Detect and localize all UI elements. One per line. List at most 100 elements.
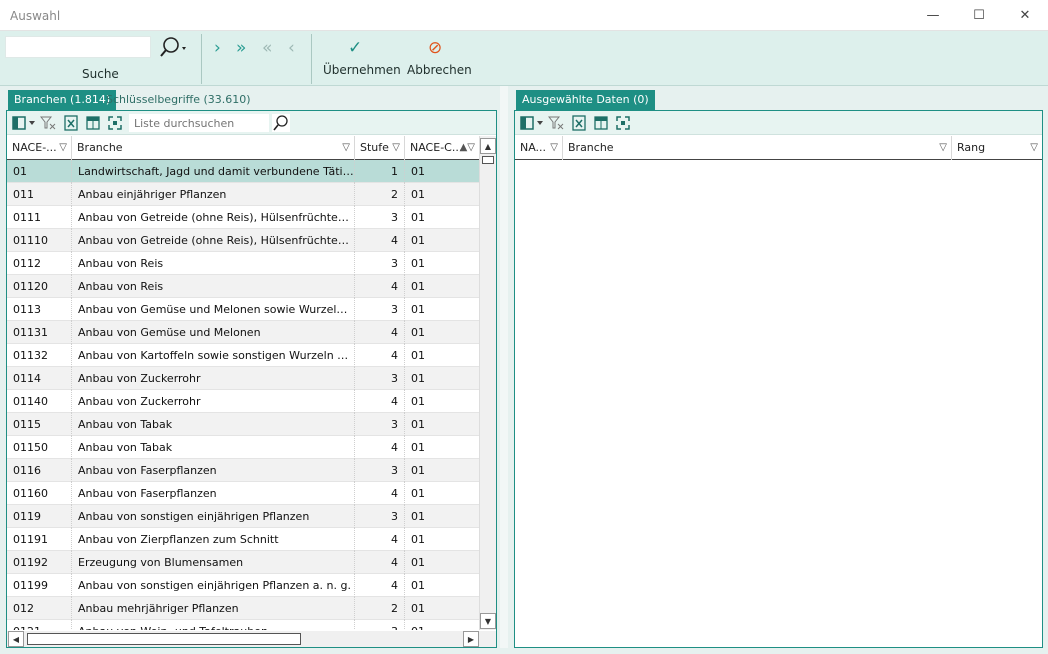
cell-stufe: 4	[355, 344, 405, 367]
column-header-nace[interactable]: NA... ▽	[515, 136, 563, 160]
expand-icon	[616, 116, 630, 130]
layout-button[interactable]	[85, 115, 101, 131]
table-row[interactable]: 0116 Anbau von Faserpflanzen 3 01	[7, 459, 479, 482]
accept-button[interactable]: ✓ Übernehmen	[318, 36, 401, 80]
chevron-right-icon: ▶	[467, 634, 475, 644]
table-row[interactable]: 01140 Anbau von Zuckerrohr 4 01	[7, 390, 479, 413]
cell-branche: Anbau von Tabak	[72, 436, 355, 459]
column-header-nace[interactable]: NACE-... ▽	[7, 136, 72, 160]
filter-icon[interactable]: ▽	[939, 136, 947, 160]
cell-stufe: 3	[355, 505, 405, 528]
column-chooser-button[interactable]	[11, 115, 27, 131]
cell-nace: 0113	[7, 298, 72, 321]
table-row[interactable]: 0115 Anbau von Tabak 3 01	[7, 413, 479, 436]
double-chevron-left-icon: «	[262, 38, 273, 58]
scroll-left-button[interactable]: ◀	[8, 631, 24, 647]
column-header-branche[interactable]: Branche ▽	[72, 136, 355, 160]
table-row[interactable]: 01110 Anbau von Getreide (ohne Reis), Hül…	[7, 229, 479, 252]
scroll-down-button[interactable]: ▼	[480, 613, 496, 629]
table-row[interactable]: 011 Anbau einjähriger Pflanzen 2 01	[7, 183, 479, 206]
clear-filter-button[interactable]	[40, 115, 56, 131]
cancel-button[interactable]: ⊘ Abbrechen	[402, 36, 472, 80]
cell-branche: Anbau von sonstigen einjährigen Pflanzen…	[72, 574, 355, 597]
export-excel-button[interactable]	[571, 115, 587, 131]
scroll-up-button[interactable]: ▲	[480, 138, 496, 154]
table-row[interactable]: 01131 Anbau von Gemüse und Melonen 4 01	[7, 321, 479, 344]
minimize-button[interactable]: —	[910, 0, 956, 31]
filter-icon[interactable]: ▽	[392, 136, 400, 160]
scroll-thumb[interactable]	[482, 156, 494, 164]
cell-branche: Anbau von Reis	[72, 275, 355, 298]
chevron-right-icon: ›	[214, 38, 221, 58]
remove-all-button[interactable]: «	[262, 38, 272, 58]
layout-button[interactable]	[593, 115, 609, 131]
cell-branche: Anbau von Zuckerrohr	[72, 390, 355, 413]
scroll-thumb[interactable]	[27, 633, 301, 645]
tab-schluesselbegriffe[interactable]: Schlüsselbegriffe (33.610)	[100, 90, 257, 110]
cell-nace-code: 01	[411, 556, 425, 569]
list-search-input[interactable]	[129, 114, 269, 132]
cell-nace-code: 01	[411, 303, 425, 316]
remove-one-button[interactable]: ‹	[288, 38, 295, 58]
add-all-button[interactable]: »	[236, 38, 246, 58]
vertical-scrollbar[interactable]: ▲ ▼	[479, 136, 496, 630]
table-row[interactable]: 01199 Anbau von sonstigen einjährigen Pfl…	[7, 574, 479, 597]
cell-nace-code: 01	[411, 418, 425, 431]
table-row[interactable]: 01192 Erzeugung von Blumensamen 4 01	[7, 551, 479, 574]
close-button[interactable]: ✕	[1002, 0, 1048, 31]
table-row[interactable]: 012 Anbau mehrjähriger Pflanzen 2 01	[7, 597, 479, 620]
chevron-down-icon[interactable]	[29, 121, 35, 125]
cell-stufe: 3	[355, 252, 405, 275]
cell-stufe: 4	[355, 436, 405, 459]
tab-ausgewaehlte-daten[interactable]: Ausgewählte Daten (0)	[516, 90, 655, 110]
search-button[interactable]	[157, 36, 187, 60]
filter-icon[interactable]: ▽	[59, 136, 67, 160]
column-header-nace-code[interactable]: NACE-C... ▲▽	[405, 136, 479, 160]
add-one-button[interactable]: ›	[214, 38, 221, 58]
scroll-right-button[interactable]: ▶	[463, 631, 479, 647]
filter-icon[interactable]: ▽	[342, 136, 350, 160]
chevron-down-icon[interactable]	[537, 121, 543, 125]
cell-stufe: 4	[355, 528, 405, 551]
table-row[interactable]: 01120 Anbau von Reis 4 01	[7, 275, 479, 298]
table-row[interactable]: 01132 Anbau von Kartoffeln sowie sonstige…	[7, 344, 479, 367]
table-row[interactable]: 01160 Anbau von Faserpflanzen 4 01	[7, 482, 479, 505]
list-search-button[interactable]	[272, 114, 290, 132]
cell-nace-code: 01	[411, 395, 425, 408]
clear-filter-button[interactable]	[548, 115, 564, 131]
chevron-left-icon: ◀	[12, 634, 20, 644]
column-header-stufe[interactable]: Stufe ▽	[355, 136, 405, 160]
cell-nace-code: 01	[411, 211, 425, 224]
filter-clear-icon	[40, 116, 56, 130]
table-row[interactable]: 01191 Anbau von Zierpflanzen zum Schnitt 4…	[7, 528, 479, 551]
search-input[interactable]	[5, 36, 151, 58]
cell-nace-code: 01	[411, 464, 425, 477]
maximize-button[interactable]: ☐	[956, 0, 1002, 31]
filter-icon[interactable]: ▽	[1030, 136, 1038, 160]
table-row[interactable]: 0113 Anbau von Gemüse und Melonen sowie W…	[7, 298, 479, 321]
search-label: Suche	[82, 67, 119, 81]
column-header-rang[interactable]: Rang ▽	[952, 136, 1042, 160]
cell-nace-code: 01	[411, 533, 425, 546]
cell-stufe: 3	[355, 206, 405, 229]
cell-branche: Anbau mehrjähriger Pflanzen	[72, 597, 355, 620]
sort-filter-icon[interactable]: ▲▽	[460, 136, 475, 160]
table-row[interactable]: 0111 Anbau von Getreide (ohne Reis), Hüls…	[7, 206, 479, 229]
fit-columns-button[interactable]	[107, 115, 123, 131]
horizontal-scrollbar[interactable]: ◀ ▶	[7, 631, 496, 647]
fit-columns-button[interactable]	[615, 115, 631, 131]
table-row[interactable]: 01 Landwirtschaft, Jagd und damit verbund…	[7, 160, 479, 183]
column-chooser-button[interactable]	[519, 115, 535, 131]
table-row[interactable]: 01150 Anbau von Tabak 4 01	[7, 436, 479, 459]
export-excel-button[interactable]	[63, 115, 79, 131]
table-row[interactable]: 0114 Anbau von Zuckerrohr 3 01	[7, 367, 479, 390]
table-row[interactable]: 0121Anbau von Wein- und Tafeltrauben301	[7, 620, 479, 630]
search-icon	[160, 37, 186, 57]
filter-icon[interactable]: ▽	[550, 136, 558, 160]
column-header-branche[interactable]: Branche ▽	[563, 136, 952, 160]
table-row[interactable]: 0112 Anbau von Reis 3 01	[7, 252, 479, 275]
splitter[interactable]	[500, 86, 508, 654]
cell-nace: 01160	[7, 482, 72, 505]
table-row[interactable]: 0119 Anbau von sonstigen einjährigen Pfla…	[7, 505, 479, 528]
cell-stufe: 3	[355, 620, 405, 630]
